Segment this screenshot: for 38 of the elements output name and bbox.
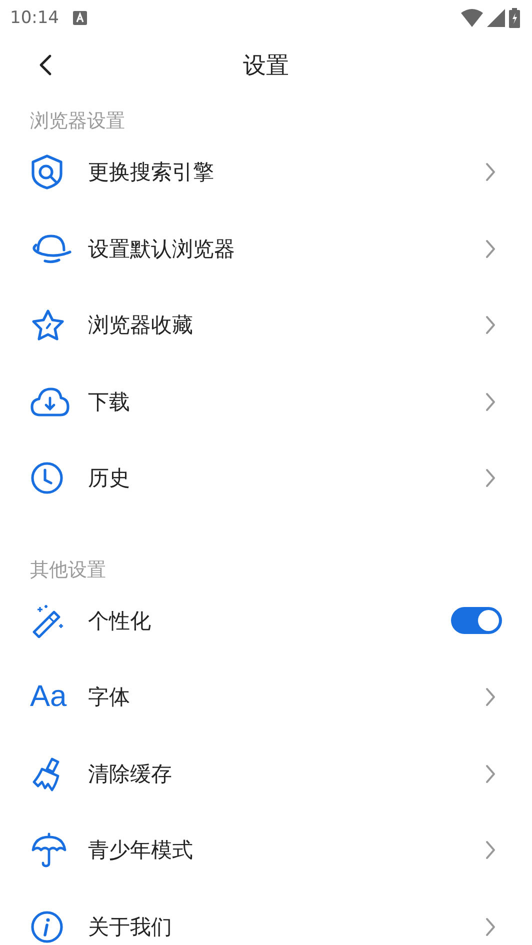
umbrella-icon xyxy=(30,832,68,868)
wifi-icon xyxy=(461,9,483,27)
section-title: 其他设置 xyxy=(29,558,107,582)
setting-label[interactable]: 设置默认浏览器 xyxy=(88,234,485,263)
notification-icon xyxy=(73,11,87,25)
chevron-right-icon[interactable] xyxy=(485,162,496,182)
setting-label[interactable]: 个性化 xyxy=(88,606,451,635)
chevron-right-icon[interactable] xyxy=(485,840,496,860)
magic-wand-icon xyxy=(30,604,66,638)
chevron-right-icon[interactable] xyxy=(485,315,496,336)
chevron-right-icon[interactable] xyxy=(485,916,496,937)
signal-icon xyxy=(487,9,505,27)
setting-label[interactable]: 浏览器收藏 xyxy=(88,311,485,340)
battery-icon xyxy=(509,8,520,28)
clock-icon xyxy=(30,461,64,496)
cloud-download-icon xyxy=(30,386,70,418)
section-title: 浏览器设置 xyxy=(29,109,126,134)
setting-label[interactable]: 历史 xyxy=(88,464,485,492)
chevron-right-icon[interactable] xyxy=(485,238,496,259)
status-time: 10:14 xyxy=(10,8,59,28)
setting-label[interactable]: 关于我们 xyxy=(88,912,485,941)
planet-icon xyxy=(30,232,72,266)
setting-label[interactable]: 清除缓存 xyxy=(88,760,485,788)
back-icon[interactable] xyxy=(38,54,52,76)
chevron-right-icon[interactable] xyxy=(485,687,496,708)
info-icon xyxy=(30,910,64,944)
page-title: 设置 xyxy=(243,52,289,80)
setting-label[interactable]: 字体 xyxy=(88,683,485,712)
shield-search-icon xyxy=(30,154,64,190)
setting-label[interactable]: 更换搜索引擎 xyxy=(88,158,485,186)
setting-label[interactable]: 青少年模式 xyxy=(88,836,485,864)
chevron-right-icon[interactable] xyxy=(485,392,496,412)
star-icon xyxy=(30,308,66,342)
chevron-right-icon[interactable] xyxy=(485,764,496,784)
chevron-right-icon[interactable] xyxy=(485,468,496,488)
toggle-switch[interactable] xyxy=(451,607,502,634)
font-icon: Aa xyxy=(30,682,67,712)
setting-label[interactable]: 下载 xyxy=(88,388,485,416)
